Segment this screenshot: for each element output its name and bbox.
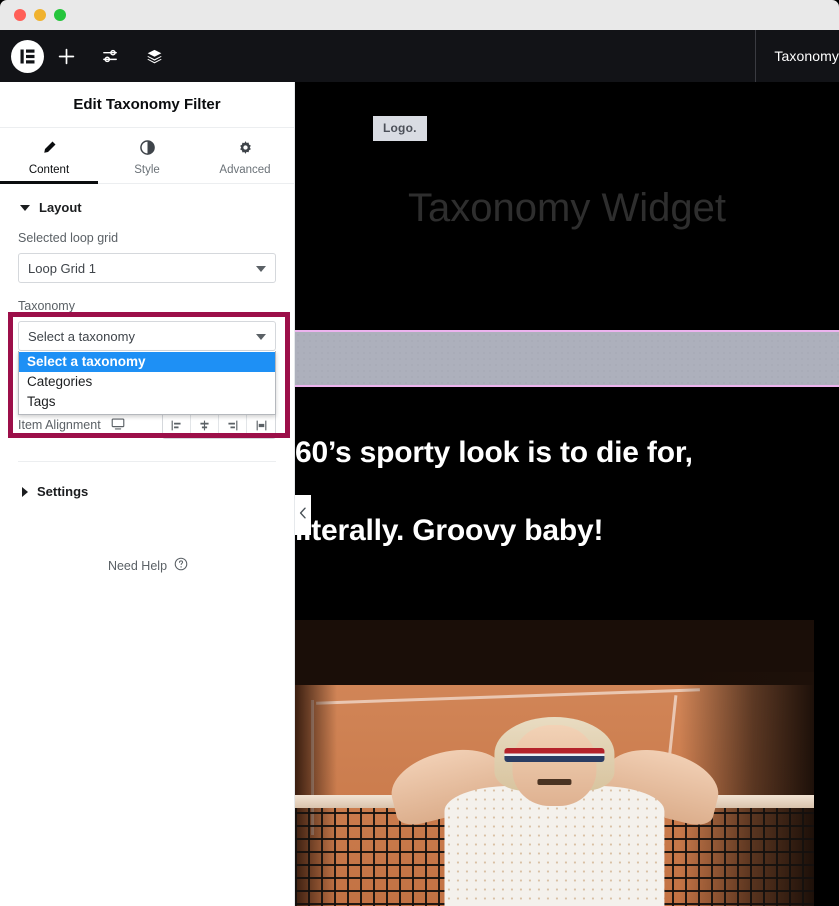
taxonomy-select[interactable]: Select a taxonomy <box>18 321 276 351</box>
taxonomy-label: Taxonomy <box>18 299 276 313</box>
need-help-link[interactable]: Need Help <box>20 557 276 574</box>
settings-section-label: Settings <box>37 484 88 499</box>
chevron-left-icon <box>299 506 307 524</box>
taxonomy-option-select-a-taxonomy[interactable]: Select a taxonomy <box>19 352 275 372</box>
taxonomy-value: Select a taxonomy <box>28 329 135 344</box>
preview-canvas: Logo. Taxonomy Widget 60’s sporty look i… <box>295 82 839 906</box>
item-alignment-label-group: Item Alignment <box>18 417 125 434</box>
post-headline-line-1: 60’s sporty look is to die for, <box>295 436 693 469</box>
elementor-logo-icon[interactable] <box>11 40 44 73</box>
chevron-down-icon <box>20 205 30 211</box>
panel-title: Edit Taxonomy Filter <box>0 82 294 128</box>
document-title[interactable]: Taxonomy <box>756 48 839 64</box>
tab-advanced[interactable]: Advanced <box>196 128 294 183</box>
loop-grid-select[interactable]: Loop Grid 1 <box>18 253 276 283</box>
close-window-button[interactable] <box>14 9 26 21</box>
post-headline-line-2: literally. Groovy baby! <box>295 492 839 570</box>
post-headline: 60’s sporty look is to die for, literall… <box>295 414 839 570</box>
window-titlebar <box>0 0 839 30</box>
taxonomy-filter-placeholder-band[interactable] <box>295 330 839 387</box>
align-justify-button[interactable] <box>247 412 275 438</box>
tab-style[interactable]: Style <box>98 128 196 183</box>
panel-tabs: Content Style Advanced <box>0 128 294 184</box>
player-moustache <box>537 779 572 785</box>
taxonomy-option-tags[interactable]: Tags <box>19 392 275 412</box>
loop-grid-label: Selected loop grid <box>18 231 276 245</box>
layout-section-label: Layout <box>39 200 82 215</box>
taxonomy-field: Taxonomy Select a taxonomy Select a taxo… <box>18 299 276 351</box>
panel-body: Layout Selected loop grid Loop Grid 1 Ta… <box>0 184 294 906</box>
align-right-button[interactable] <box>219 412 247 438</box>
maximize-window-button[interactable] <box>54 9 66 21</box>
align-center-button[interactable] <box>191 412 219 438</box>
taxonomy-dropdown-list[interactable]: Select a taxonomy Categories Tags <box>18 351 276 415</box>
need-help-label: Need Help <box>108 559 167 573</box>
chevron-down-icon <box>256 266 266 272</box>
elementor-topbar: Taxonomy <box>0 30 839 82</box>
tab-content-label: Content <box>29 164 69 176</box>
item-alignment-buttons <box>162 411 276 439</box>
gear-icon <box>238 140 253 156</box>
desktop-icon[interactable] <box>111 417 125 434</box>
item-alignment-label: Item Alignment <box>18 418 101 432</box>
layout-section: Layout Selected loop grid Loop Grid 1 Ta… <box>0 184 294 466</box>
player-figure <box>430 698 679 906</box>
pencil-icon <box>42 140 57 156</box>
taxonomy-option-categories[interactable]: Categories <box>19 372 275 392</box>
align-left-button[interactable] <box>163 412 191 438</box>
panel-collapse-handle[interactable] <box>295 495 311 535</box>
item-alignment-field: Item Alignment <box>18 411 276 439</box>
photo-scene <box>295 620 814 906</box>
tab-style-label: Style <box>134 164 160 176</box>
site-logo-chip: Logo. <box>373 116 427 141</box>
site-settings-icon[interactable] <box>88 30 132 82</box>
contrast-icon <box>140 140 155 156</box>
page-title: Taxonomy Widget <box>295 186 839 231</box>
question-circle-icon <box>174 557 188 574</box>
structure-layers-icon[interactable] <box>132 30 176 82</box>
chevron-right-icon <box>22 487 28 497</box>
loop-grid-field: Selected loop grid Loop Grid 1 <box>18 231 276 283</box>
tab-advanced-label: Advanced <box>219 164 270 176</box>
chevron-down-icon <box>256 334 266 340</box>
player-headband <box>505 748 605 762</box>
tennis-player-photo <box>295 620 814 906</box>
panel-divider <box>18 461 276 462</box>
settings-section: Settings Need Help <box>0 466 294 574</box>
tab-content[interactable]: Content <box>0 128 98 183</box>
minimize-window-button[interactable] <box>34 9 46 21</box>
settings-section-header[interactable]: Settings <box>20 484 276 499</box>
editor-panel: Edit Taxonomy Filter Content Style <box>0 82 295 906</box>
player-head <box>512 725 597 806</box>
add-element-icon[interactable] <box>44 30 88 82</box>
layout-section-header[interactable]: Layout <box>18 200 276 215</box>
app-window: Taxonomy Logo. Taxonomy Widget 60’s spor… <box>0 0 839 906</box>
loop-grid-value: Loop Grid 1 <box>28 261 96 276</box>
